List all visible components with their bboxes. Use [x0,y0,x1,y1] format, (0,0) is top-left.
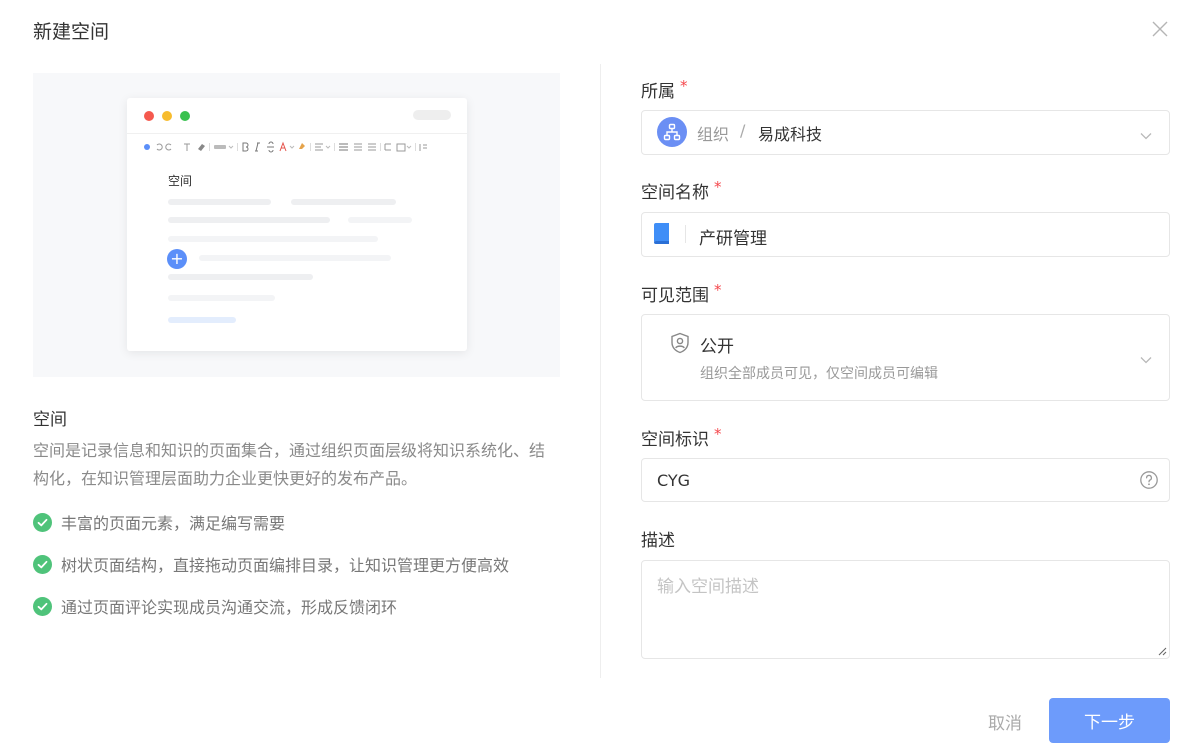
key-label: 空间标识 * [641,425,722,450]
name-label: 空间名称 * [641,178,722,203]
check-circle-icon [33,512,52,532]
feature-item: 丰富的页面元素，满足编写需要 [33,511,285,533]
visibility-label-text: 可见范围 [641,286,709,306]
org-parent-label: 组织 [697,125,730,144]
chevron-down-icon [1140,357,1152,364]
space-info-title: 空间 [33,410,67,430]
space-key-value: CYG [657,471,691,490]
window-maximize-dot [180,111,190,121]
space-name-value: 产研管理 [699,229,767,249]
mock-text-line [168,236,378,242]
org-name: 易成科技 [758,125,823,144]
next-step-button[interactable]: 下一步 [1049,698,1170,743]
plus-icon: + [167,249,187,269]
space-preview-illustration: 空间 + [33,73,560,377]
space-name-input[interactable]: 产研管理 [641,212,1170,257]
visibility-value: 公开 [700,337,734,357]
required-mark: * [714,425,722,443]
cancel-button[interactable]: 取消 [988,709,1022,734]
belongs-select[interactable]: 组织 / 易成科技 [641,110,1170,155]
breadcrumb-separator: / [740,121,746,140]
resize-grip-icon[interactable] [1157,646,1167,656]
feature-item: 树状页面结构，直接拖动页面编排目录，让知识管理更方便高效 [33,553,509,575]
org-tree-icon [657,117,687,147]
mock-text-line [168,295,275,301]
description-textarea[interactable]: 输入空间描述 [641,560,1170,659]
mock-text-line [168,274,313,280]
mock-text-line [291,199,396,205]
feature-text: 丰富的页面元素，满足编写需要 [61,514,286,533]
mock-editor-toolbar [144,141,427,153]
mock-editor-window: 空间 + [127,98,467,351]
panel-divider [600,64,601,678]
belongs-label: 所属 * [641,77,688,102]
visibility-select[interactable]: 公开 组织全部成员可见，仅空间成员可编辑 [641,314,1170,401]
key-label-text: 空间标识 [641,430,709,450]
mock-text-line [168,199,271,205]
space-key-input[interactable]: CYG [641,458,1170,502]
book-icon[interactable] [653,223,671,245]
mock-pill [413,110,451,120]
shield-user-icon [671,332,689,354]
description-label-text: 描述 [641,531,675,551]
space-info-description: 空间是记录信息和知识的页面集合，通过组织页面层级将知识系统化、结构化，在知识管理… [33,441,546,488]
mock-text-line [168,317,236,323]
chevron-down-icon [1140,133,1152,140]
mock-page-heading: 空间 [168,174,193,188]
dialog-title: 新建空间 [33,21,110,43]
visibility-label: 可见范围 * [641,281,722,306]
check-circle-icon [33,554,52,574]
feature-text: 通过页面评论实现成员沟通交流，形成反馈闭环 [61,598,398,617]
mock-text-line [168,217,330,223]
belongs-label-text: 所属 [641,82,675,102]
close-icon[interactable] [1150,19,1170,39]
name-label-text: 空间名称 [641,183,709,203]
required-mark: * [680,77,688,95]
feature-text: 树状页面结构，直接拖动页面编排目录，让知识管理更方便高效 [61,556,510,575]
input-separator [685,225,686,243]
description-placeholder: 输入空间描述 [657,577,759,597]
help-circle-icon[interactable] [1139,470,1159,490]
window-close-dot [144,111,154,121]
required-mark: * [714,178,722,196]
check-circle-icon [33,596,52,616]
description-label: 描述 [641,526,675,551]
mock-text-line [348,217,412,223]
mock-text-line [199,255,391,261]
visibility-description: 组织全部成员可见，仅空间成员可编辑 [700,366,938,382]
window-minimize-dot [162,111,172,121]
mock-titlebar [127,98,467,134]
feature-item: 通过页面评论实现成员沟通交流，形成反馈闭环 [33,595,397,617]
required-mark: * [714,281,722,299]
